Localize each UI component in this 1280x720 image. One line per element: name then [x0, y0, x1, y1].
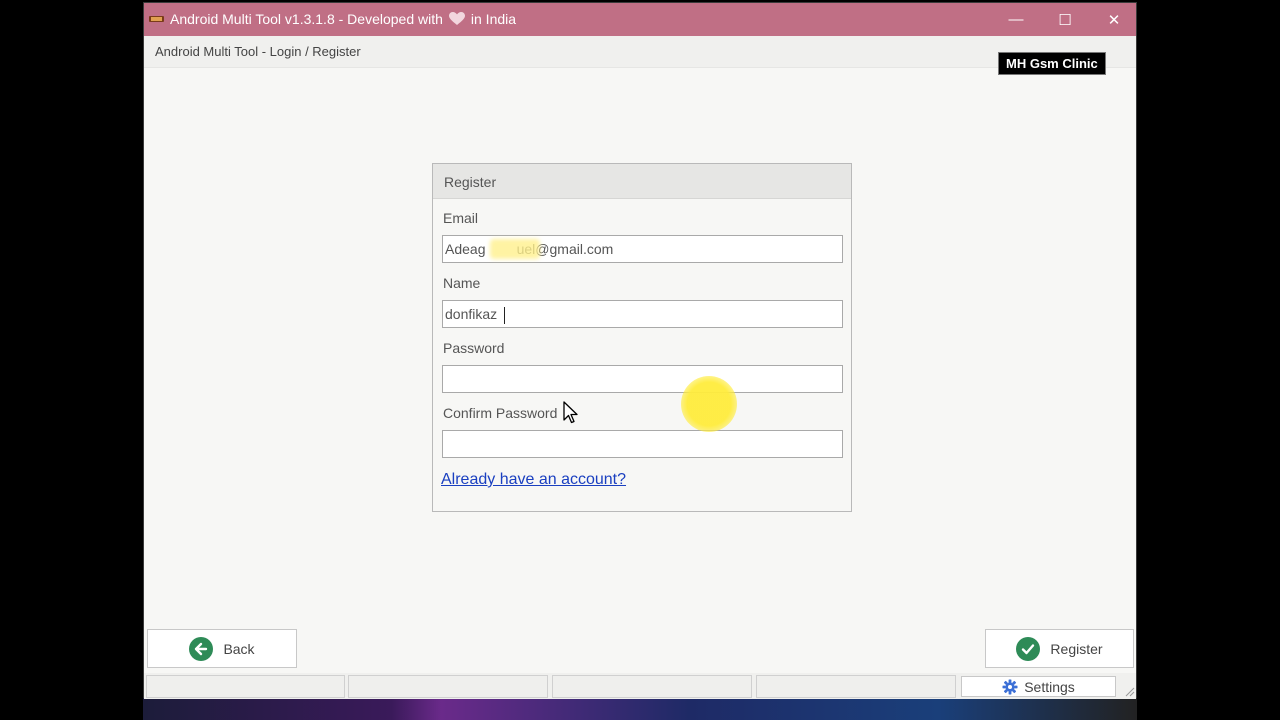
desktop-background [143, 698, 1137, 720]
minimize-button[interactable]: — [993, 3, 1039, 36]
text-caret [504, 307, 505, 324]
register-heading: Register [433, 164, 851, 199]
minimize-icon: — [1008, 11, 1024, 28]
maximize-button[interactable]: ☐ [1042, 3, 1088, 36]
window-title-prefix: Android Multi Tool v1.3.1.8 - Developed … [170, 11, 443, 27]
maximize-icon: ☐ [1058, 11, 1072, 29]
title-bar[interactable]: Android Multi Tool v1.3.1.8 - Developed … [144, 3, 1136, 36]
status-segment [146, 675, 345, 698]
name-field[interactable] [442, 300, 843, 328]
login-link[interactable]: Already have an account? [441, 471, 626, 489]
confirm-password-label: Confirm Password [443, 405, 558, 421]
window-title-suffix: in India [470, 11, 517, 27]
page-header: Android Multi Tool - Login / Register [144, 36, 1136, 68]
app-window: Android Multi Tool v1.3.1.8 - Developed … [143, 2, 1137, 699]
password-field[interactable] [442, 365, 843, 393]
gear-icon [1002, 679, 1018, 694]
resize-grip-icon[interactable] [1123, 685, 1135, 697]
app-icon [149, 16, 164, 22]
settings-button-label: Settings [1024, 678, 1075, 695]
register-button-label: Register [1050, 640, 1103, 657]
arrow-left-icon [189, 636, 214, 661]
heart-icon [448, 12, 465, 25]
window-title: Android Multi Tool v1.3.1.8 - Developed … [170, 11, 516, 27]
close-button[interactable]: ✕ [1091, 3, 1137, 36]
breadcrumb: Android Multi Tool - Login / Register [155, 44, 361, 59]
redaction-blur [490, 239, 540, 259]
password-label: Password [443, 340, 505, 356]
status-segment [756, 675, 956, 698]
register-button[interactable]: Register [985, 629, 1134, 668]
email-label: Email [443, 210, 479, 226]
mouse-cursor-icon [563, 401, 578, 424]
back-button-label: Back [223, 640, 255, 657]
back-button[interactable]: Back [147, 629, 297, 668]
name-label: Name [443, 275, 481, 291]
status-segment [552, 675, 752, 698]
register-panel: Register Email Name Password Confirm Pas… [432, 163, 852, 512]
cursor-highlight [681, 376, 737, 432]
confirm-password-field[interactable] [442, 430, 843, 458]
settings-button[interactable]: Settings [961, 676, 1116, 697]
checkmark-icon [1016, 636, 1041, 661]
watermark-label: MH Gsm Clinic [998, 52, 1106, 75]
close-icon: ✕ [1107, 11, 1121, 29]
status-segment [348, 675, 548, 698]
